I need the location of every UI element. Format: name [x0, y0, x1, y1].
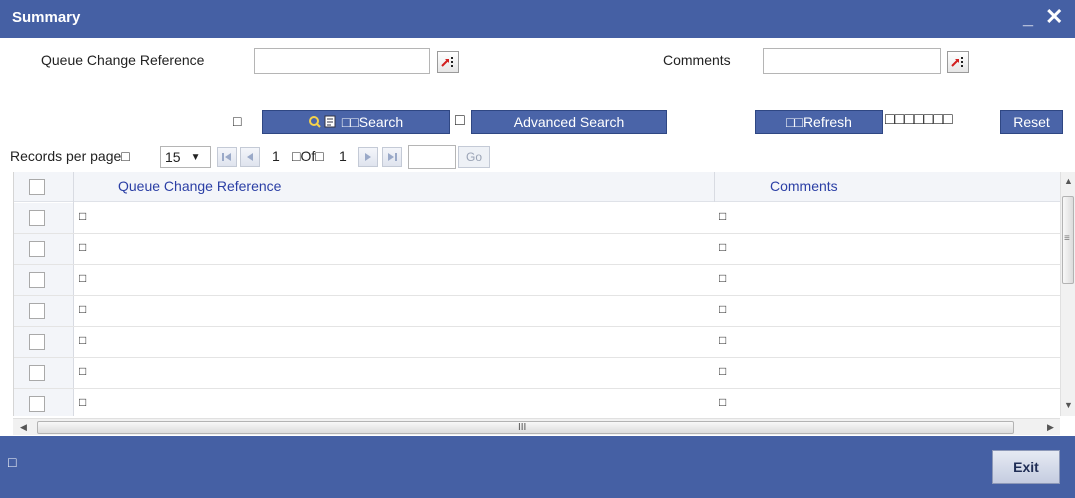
comments-input[interactable] [763, 48, 941, 74]
last-page-button[interactable] [382, 147, 402, 167]
chevron-down-icon: ▼ [190, 151, 201, 163]
footer-bar: □ Exit [0, 436, 1075, 498]
vertical-scroll-thumb[interactable]: ≡ [1062, 196, 1074, 284]
queue-ref-cell: □ [79, 271, 87, 285]
table-row[interactable]: □ □ [14, 234, 1060, 265]
previous-page-button[interactable] [240, 147, 260, 167]
next-page-icon [365, 153, 371, 161]
queue-change-reference-label: Queue Change Reference [41, 52, 205, 68]
horizontal-scrollbar[interactable]: ◀ III ▶ [13, 418, 1060, 435]
column-header-queue-change-reference[interactable]: Queue Change Reference [118, 178, 281, 194]
queue-ref-cell: □ [79, 240, 87, 254]
comments-cell: □ [719, 240, 727, 254]
search-prefix-glyphs: □□ [341, 114, 359, 130]
queue-ref-lov-button[interactable] [437, 51, 459, 73]
queue-ref-cell: □ [79, 333, 87, 347]
total-pages-number: 1 [339, 148, 347, 164]
scroll-right-arrow-icon[interactable]: ▶ [1047, 422, 1054, 433]
row-checkbox[interactable] [29, 272, 45, 288]
table-row[interactable]: □ □ [14, 203, 1060, 234]
queue-ref-cell: □ [79, 364, 87, 378]
search-button-label: Search [358, 114, 404, 130]
search-icon [308, 115, 336, 128]
list-of-values-icon [951, 57, 963, 67]
horizontal-thumb-grip: III [518, 422, 527, 433]
table-row[interactable]: □ □ [14, 327, 1060, 358]
page-size-value: 15 [165, 149, 181, 165]
row-checkbox[interactable] [29, 303, 45, 319]
comments-cell: □ [719, 271, 727, 285]
scroll-left-arrow-icon[interactable]: ◀ [20, 422, 27, 433]
of-label: □Of□ [292, 148, 324, 164]
go-button[interactable]: Go [458, 146, 490, 168]
reset-button[interactable]: Reset [1000, 110, 1063, 134]
horizontal-scroll-thumb[interactable]: III [37, 421, 1014, 434]
goto-page-input[interactable] [408, 145, 456, 169]
queue-ref-cell: □ [79, 209, 87, 223]
row-checkbox[interactable] [29, 241, 45, 257]
row-checkbox[interactable] [29, 396, 45, 412]
vertical-thumb-grip: ≡ [1064, 233, 1070, 244]
select-all-checkbox[interactable] [29, 179, 45, 195]
list-of-values-icon [441, 57, 453, 67]
advanced-search-button[interactable]: Advanced Search [471, 110, 667, 134]
table-row[interactable]: □ □ [14, 358, 1060, 389]
queue-change-reference-input[interactable] [254, 48, 430, 74]
comments-cell: □ [719, 333, 727, 347]
comments-cell: □ [719, 395, 727, 409]
column-header-comments[interactable]: Comments [770, 178, 838, 194]
first-page-button[interactable] [217, 147, 237, 167]
row-checkbox[interactable] [29, 210, 45, 226]
last-page-icon [388, 153, 397, 161]
table-row[interactable]: □ □ [14, 265, 1060, 296]
comments-cell: □ [719, 302, 727, 316]
previous-page-icon [247, 153, 253, 161]
grid-header: Queue Change Reference Comments [14, 172, 1060, 202]
search-leading-glyph: □ [233, 113, 243, 129]
records-per-page-label: Records per page□ [10, 148, 130, 164]
table-row[interactable]: □ □ [14, 296, 1060, 327]
comments-cell: □ [719, 364, 727, 378]
column-divider [714, 172, 715, 202]
row-checkbox[interactable] [29, 334, 45, 350]
refresh-button[interactable]: □□Refresh [755, 110, 883, 134]
current-page-number: 1 [272, 148, 280, 164]
scroll-up-arrow-icon[interactable]: ▲ [1064, 176, 1073, 186]
advanced-prefix-glyph: □ [455, 112, 466, 129]
comments-lov-button[interactable] [947, 51, 969, 73]
reset-prefix-glyphs: □□□□□□□ [885, 111, 953, 128]
footer-glyph: □ [8, 454, 17, 470]
results-grid: Queue Change Reference Comments □ □ □ □ … [13, 172, 1060, 416]
exit-button[interactable]: Exit [992, 450, 1060, 484]
close-button[interactable]: ✕ [1045, 4, 1063, 30]
scroll-down-arrow-icon[interactable]: ▼ [1064, 400, 1073, 410]
queue-ref-cell: □ [79, 395, 87, 409]
comments-label: Comments [663, 52, 731, 68]
search-button[interactable]: □□ Search [262, 110, 450, 134]
first-page-icon [222, 153, 231, 161]
table-row[interactable]: □ □ [14, 389, 1060, 416]
title-bar: Summary _ ✕ [0, 0, 1075, 38]
next-page-button[interactable] [358, 147, 378, 167]
window-title: Summary [12, 9, 81, 26]
vertical-scrollbar[interactable]: ▲ ≡ ▼ [1060, 172, 1075, 416]
comments-cell: □ [719, 209, 727, 223]
queue-ref-cell: □ [79, 302, 87, 316]
minimize-button[interactable]: _ [1023, 8, 1033, 29]
row-checkbox[interactable] [29, 365, 45, 381]
page-size-select[interactable]: 15 ▼ [160, 146, 211, 168]
